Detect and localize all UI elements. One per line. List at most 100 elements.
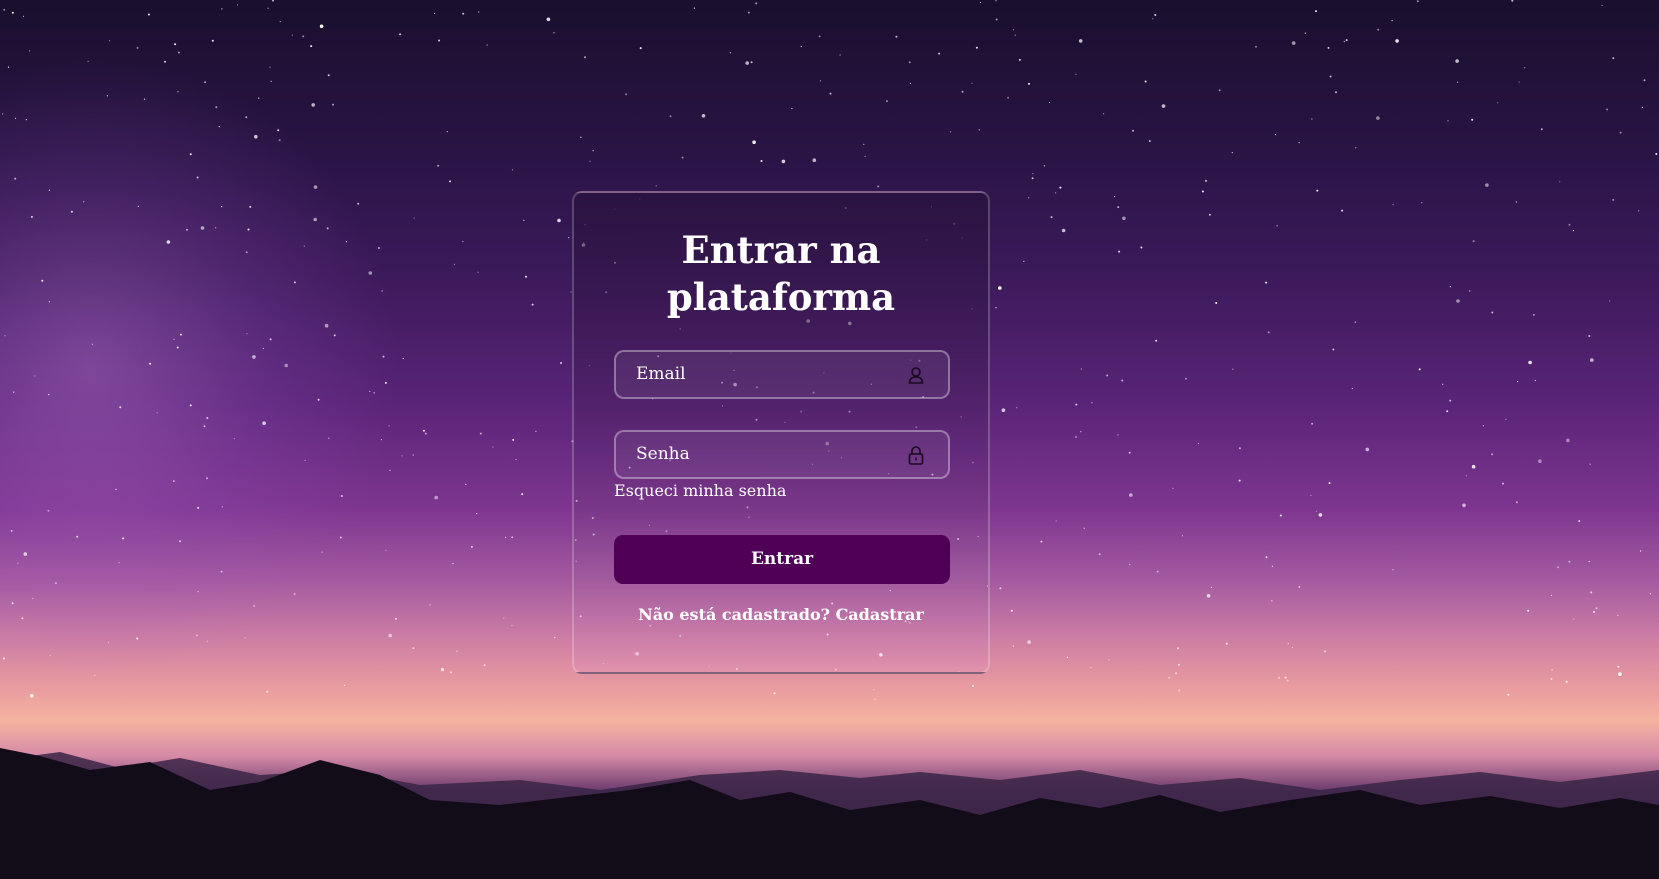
star: [1593, 611, 1595, 613]
star: [1201, 190, 1204, 193]
star: [747, 11, 750, 14]
star: [172, 480, 175, 483]
star: [32, 597, 34, 600]
star: [1609, 300, 1611, 302]
star: [1078, 39, 1083, 43]
star: [1449, 399, 1452, 402]
star: [1505, 418, 1507, 420]
star: [1376, 116, 1380, 120]
star: [949, 131, 952, 133]
star: [979, 1, 982, 3]
star: [560, 362, 562, 364]
star: [1327, 46, 1330, 49]
star: [1265, 556, 1268, 559]
star: [221, 206, 223, 208]
star: [781, 159, 786, 164]
star: [380, 439, 382, 441]
star: [48, 394, 50, 396]
login-button[interactable]: Entrar: [614, 535, 950, 584]
star: [693, 7, 696, 9]
star: [1485, 183, 1489, 187]
star: [1588, 335, 1591, 337]
star: [1298, 585, 1301, 588]
star: [189, 153, 192, 156]
star: [189, 404, 192, 407]
star: [1238, 479, 1241, 482]
star: [1232, 368, 1234, 370]
star: [1568, 223, 1571, 226]
star: [143, 98, 146, 100]
star: [429, 604, 431, 606]
star: [249, 205, 252, 208]
star: [505, 536, 507, 538]
star: [4, 335, 6, 337]
star: [492, 446, 494, 448]
star: [1329, 75, 1332, 78]
star: [800, 45, 802, 48]
star: [1335, 91, 1337, 94]
star: [995, 307, 997, 309]
star: [1121, 379, 1124, 382]
star: [1324, 650, 1326, 653]
star: [177, 91, 179, 93]
star: [1075, 73, 1077, 75]
star: [1080, 368, 1082, 370]
star: [961, 90, 964, 93]
star: [1080, 431, 1082, 433]
star: [324, 323, 329, 328]
star: [521, 493, 524, 496]
star: [877, 185, 880, 188]
star: [147, 13, 150, 16]
star: [1040, 540, 1043, 543]
email-field[interactable]: Email: [614, 350, 950, 399]
star: [1225, 642, 1228, 645]
star: [149, 362, 152, 365]
star: [196, 176, 199, 179]
star: [1286, 679, 1289, 682]
star: [1456, 299, 1460, 303]
star: [422, 429, 425, 432]
star: [1365, 447, 1370, 452]
star: [176, 346, 179, 349]
star: [245, 251, 248, 254]
star: [511, 624, 513, 627]
star: [450, 671, 452, 674]
star: [1655, 153, 1658, 155]
star: [1075, 403, 1078, 406]
star: [1050, 216, 1053, 219]
star: [908, 61, 911, 64]
title-line-1: Entrar na: [681, 228, 881, 272]
star: [197, 591, 199, 593]
forgot-password-link[interactable]: Esqueci minha senha: [614, 481, 786, 500]
star: [1578, 520, 1581, 522]
star: [49, 655, 51, 657]
star: [236, 4, 239, 6]
star: [681, 156, 684, 159]
star: [173, 338, 175, 340]
star: [29, 694, 34, 698]
star: [479, 432, 482, 435]
star: [382, 355, 385, 358]
password-field[interactable]: Senha: [614, 430, 950, 479]
star: [1643, 79, 1646, 82]
email-placeholder: Email: [636, 364, 686, 384]
star: [1638, 210, 1640, 212]
star: [1278, 676, 1280, 679]
star: [258, 97, 260, 99]
star: [1343, 41, 1345, 43]
star: [34, 375, 36, 377]
star: [1446, 410, 1449, 413]
star: [1573, 618, 1575, 620]
star: [1284, 676, 1287, 679]
star: [326, 227, 329, 230]
star: [1271, 565, 1273, 567]
star: [978, 129, 980, 131]
star: [1507, 693, 1510, 696]
login-card: Entrar na plataforma Email Senha Esqueci…: [572, 191, 990, 674]
star: [465, 483, 467, 485]
star: [244, 637, 246, 639]
star: [1557, 566, 1559, 569]
star: [1462, 503, 1466, 508]
signup-link[interactable]: Cadastrar: [836, 605, 924, 624]
mountain-silhouette-near: [0, 748, 1659, 879]
